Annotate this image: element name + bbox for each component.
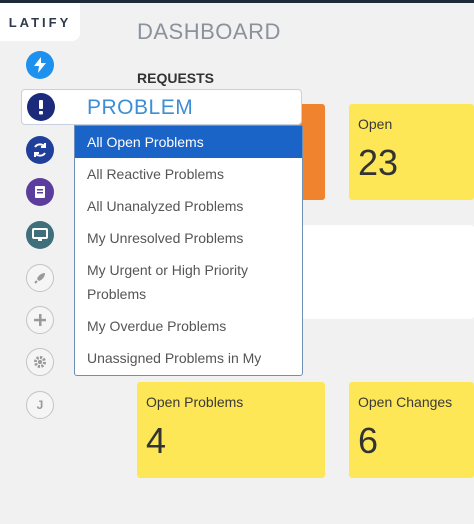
problem-select[interactable]: PROBLEM [21, 89, 302, 125]
page-title: DASHBOARD [137, 19, 281, 44]
lightning-icon[interactable] [26, 51, 54, 79]
problem-dropdown-menu: All Open Problems All Reactive Problems … [74, 125, 303, 376]
menu-item-all-open-problems[interactable]: All Open Problems [75, 126, 302, 158]
tile-title: Open Problems [146, 394, 244, 410]
app-logo[interactable]: LATIFY [0, 3, 80, 41]
user-initial-icon[interactable]: J [26, 391, 54, 419]
problem-icon [27, 93, 55, 121]
book-icon[interactable] [26, 178, 54, 206]
select-value: PROBLEM [87, 96, 194, 119]
open-tile[interactable]: Open 23 [349, 104, 474, 200]
monitor-icon[interactable] [26, 221, 54, 249]
open-changes-tile[interactable]: Open Changes 6 [349, 382, 474, 478]
menu-item-my-unresolved-problems[interactable]: My Unresolved Problems [75, 222, 302, 254]
tile-title: Open Changes [358, 394, 453, 410]
tile-value: 4 [146, 420, 167, 461]
user-initial: J [36, 398, 44, 412]
menu-item-my-urgent-problems[interactable]: My Urgent or High Priority Problems [75, 254, 302, 310]
menu-item-my-overdue-problems[interactable]: My Overdue Problems [75, 310, 302, 342]
menu-item-all-unanalyzed-problems[interactable]: All Unanalyzed Problems [75, 190, 302, 222]
requests-section-label: REQUESTS [137, 70, 215, 86]
refresh-icon[interactable] [26, 136, 54, 164]
open-problems-tile[interactable]: Open Problems 4 [137, 382, 325, 478]
tile-title: Open [358, 116, 393, 132]
plus-icon[interactable] [26, 306, 54, 334]
tile-value: 23 [358, 142, 399, 183]
menu-item-all-reactive-problems[interactable]: All Reactive Problems [75, 158, 302, 190]
menu-item-unassigned-problems[interactable]: Unassigned Problems in My Group [75, 342, 302, 375]
rocket-icon[interactable] [26, 264, 54, 292]
gear-icon[interactable] [26, 348, 54, 376]
white-panel [302, 225, 474, 319]
tile-value: 6 [358, 420, 379, 461]
